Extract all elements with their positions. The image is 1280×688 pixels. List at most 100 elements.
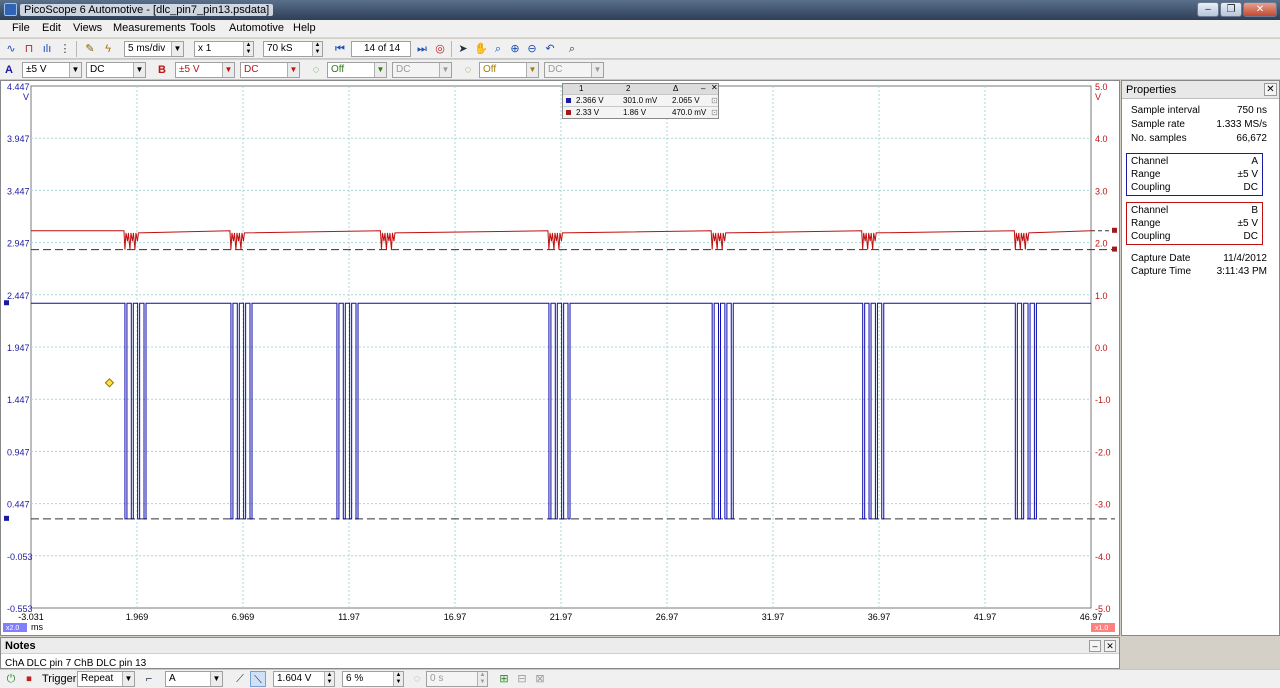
scope-view[interactable]: 4.447 3.947 3.447 2.947 2.447 1.947 1.447 0.947… [0, 80, 1120, 636]
time-tick-label: 41.97 [974, 612, 997, 622]
samples-stepper[interactable]: 70 kS ▲ ▼ [263, 41, 323, 57]
sample-interval-value: 750 ns [1236, 105, 1267, 116]
ruler-handle[interactable] [1112, 246, 1117, 252]
channel-a-range-select[interactable]: ±5 V ▼ [22, 62, 82, 78]
falling-edge-icon[interactable]: ⟍ [250, 671, 266, 687]
time-tick-label: 16.97 [444, 612, 467, 622]
pre-trigger-stepper[interactable]: 6 % ▲ ▼ [342, 671, 404, 687]
time-tick-label: 6.969 [232, 612, 255, 622]
menu-file[interactable]: File [12, 22, 30, 34]
channel-d-coupling-select[interactable]: DC ▼ [544, 62, 604, 78]
ruler-legend[interactable]: 1 2 Δ – ✕ 2.366 V 301.0 mV 2.065 V ⊡ 2.3… [562, 83, 719, 119]
chevron-down-icon: ▼ [133, 63, 145, 77]
close-notes-button[interactable]: ✕ [1104, 640, 1116, 652]
close-properties-button[interactable]: ✕ [1264, 83, 1277, 96]
coupling-label: Coupling [1131, 231, 1171, 242]
channel-options-icon[interactable]: ⋮ [57, 41, 73, 57]
capture-date-row: Capture Date 11/4/2012 [1131, 253, 1267, 266]
menu-automotive[interactable]: Automotive [229, 22, 284, 34]
timebase-select[interactable]: 5 ms/div ▼ [124, 41, 184, 57]
minimize-notes-button[interactable]: – [1089, 640, 1101, 652]
timebase-value: 5 ms/div [128, 43, 166, 54]
channel-d-button[interactable]: ◌ [460, 62, 476, 78]
lock-icon[interactable]: ⊡ [711, 108, 718, 117]
stop-icon[interactable]: ⏹ [21, 671, 37, 687]
time-tick-label: 36.97 [868, 612, 891, 622]
menu-views[interactable]: Views [73, 22, 102, 34]
zoom-stepper[interactable]: x 1 ▲ ▼ [194, 41, 254, 57]
channel-b-swatch [566, 110, 571, 115]
channel-b-coupling-select[interactable]: DC ▼ [240, 62, 300, 78]
capture-time-row: Capture Time 3:11:43 PM [1131, 266, 1267, 279]
ruler-b-value-2: 1.86 V [623, 108, 647, 117]
hand-tool-icon[interactable]: ✋ [473, 41, 489, 57]
zoom-in-icon[interactable]: ⊕ [507, 41, 523, 57]
menu-tools[interactable]: Tools [190, 22, 216, 34]
properties-title: Properties [1126, 84, 1177, 96]
zoom-area-icon[interactable]: ⌕ [490, 41, 506, 57]
chevron-down-icon: ▼ [210, 672, 222, 686]
trigger-source-select[interactable]: A ▼ [165, 671, 223, 687]
last-buffer-icon[interactable]: ⏭ [414, 41, 430, 57]
channel-b-range: ±5 V [179, 64, 200, 75]
rising-edge-icon[interactable]: ⟋ [232, 671, 248, 687]
scope-graph[interactable]: 4.447 3.947 3.447 2.947 2.447 1.947 1.447 0.947… [1, 81, 1119, 635]
channel-d-range: Off [483, 64, 497, 75]
notes-text[interactable]: ChA DLC pin 7 ChB DLC pin 13 [5, 658, 146, 669]
close-window-button[interactable]: ✕ [1243, 2, 1277, 17]
menu-measurements[interactable]: Measurements [113, 22, 186, 34]
channel-b-button[interactable]: B [155, 62, 169, 78]
spectrum-mode-icon[interactable]: ılı [39, 41, 55, 57]
lock-icon[interactable]: ⊡ [711, 96, 718, 105]
scope-mode-icon[interactable]: ∿ [3, 41, 19, 57]
ruler-a-value-1: 2.366 V [576, 96, 604, 105]
restore-button[interactable]: ❐ [1220, 2, 1242, 17]
ruler-row-b: 2.33 V 1.86 V 470.0 mV ⊡ [563, 106, 718, 118]
pointer-tool-icon[interactable]: ➤ [455, 41, 471, 57]
header-ruler-1: 1 [579, 84, 584, 93]
ruler-handle[interactable] [4, 300, 9, 306]
menu-help[interactable]: Help [293, 22, 316, 34]
trigger-threshold-stepper[interactable]: 1.604 V ▲ ▼ [273, 671, 335, 687]
persistence-mode-icon[interactable]: ⊓ [21, 41, 37, 57]
zoom-out-icon[interactable]: ⊖ [524, 41, 540, 57]
probe-icon[interactable]: ✎ [82, 41, 98, 57]
channel-a-range-row: Range ±5 V [1131, 169, 1258, 182]
signal-generator-icon[interactable]: ϟ [100, 41, 116, 57]
buffer-navigator[interactable]: 14 of 14 [351, 41, 411, 57]
header-ruler-2: 2 [626, 84, 631, 93]
no-samples-row: No. samples 66,672 [1131, 133, 1267, 146]
delete-measurement-icon[interactable]: ⊠ [532, 671, 548, 687]
advanced-trigger-icon[interactable]: ⌐ [141, 671, 157, 687]
properties-panel: Properties ✕ Sample interval 750 ns Samp… [1121, 80, 1280, 636]
channel-c-button[interactable]: ◌ [308, 62, 324, 78]
buffer-overview-icon[interactable]: ◎ [432, 41, 448, 57]
channel-d-range-select[interactable]: Off ▼ [479, 62, 539, 78]
trigger-mode-select[interactable]: Repeat ▼ [77, 671, 135, 687]
first-buffer-icon[interactable]: ⏮ [332, 41, 348, 57]
ruler-handle[interactable] [1112, 227, 1117, 233]
menu-edit[interactable]: Edit [42, 22, 61, 34]
trigger-threshold-value: 1.604 V [277, 673, 312, 684]
trigger-mode-value: Repeat [81, 673, 114, 684]
ruler-handle[interactable] [4, 515, 9, 521]
undo-zoom-icon[interactable]: ↶ [542, 41, 558, 57]
channel-c-coupling-select[interactable]: DC ▼ [392, 62, 452, 78]
close-icon[interactable]: ✕ [711, 83, 718, 92]
start-icon[interactable]: ⏻ [3, 671, 19, 687]
add-measurement-icon[interactable]: ⊞ [496, 671, 512, 687]
trigger-delay-stepper[interactable]: 0 s ▲ ▼ [426, 671, 488, 687]
minimize-icon[interactable]: – [701, 84, 705, 93]
minimize-button[interactable]: – [1197, 2, 1219, 17]
channel-a-button[interactable]: A [2, 62, 16, 78]
channel-a-coupling-select[interactable]: DC ▼ [86, 62, 146, 78]
right-tick-label: 3.0 [1095, 186, 1108, 196]
channel-b-range-select[interactable]: ±5 V ▼ [175, 62, 235, 78]
edit-measurement-icon[interactable]: ⊟ [514, 671, 530, 687]
channel-a-coupling: DC [90, 64, 105, 75]
delay-toggle-icon[interactable]: ◌ [409, 671, 425, 687]
zoom-overview-icon[interactable]: ⌕ [564, 41, 580, 57]
channel-b-range-row: Range ±5 V [1131, 218, 1258, 231]
left-axis: 4.447 3.947 3.447 2.947 2.447 1.947 1.447 0.947… [7, 82, 33, 614]
channel-c-range-select[interactable]: Off ▼ [327, 62, 387, 78]
